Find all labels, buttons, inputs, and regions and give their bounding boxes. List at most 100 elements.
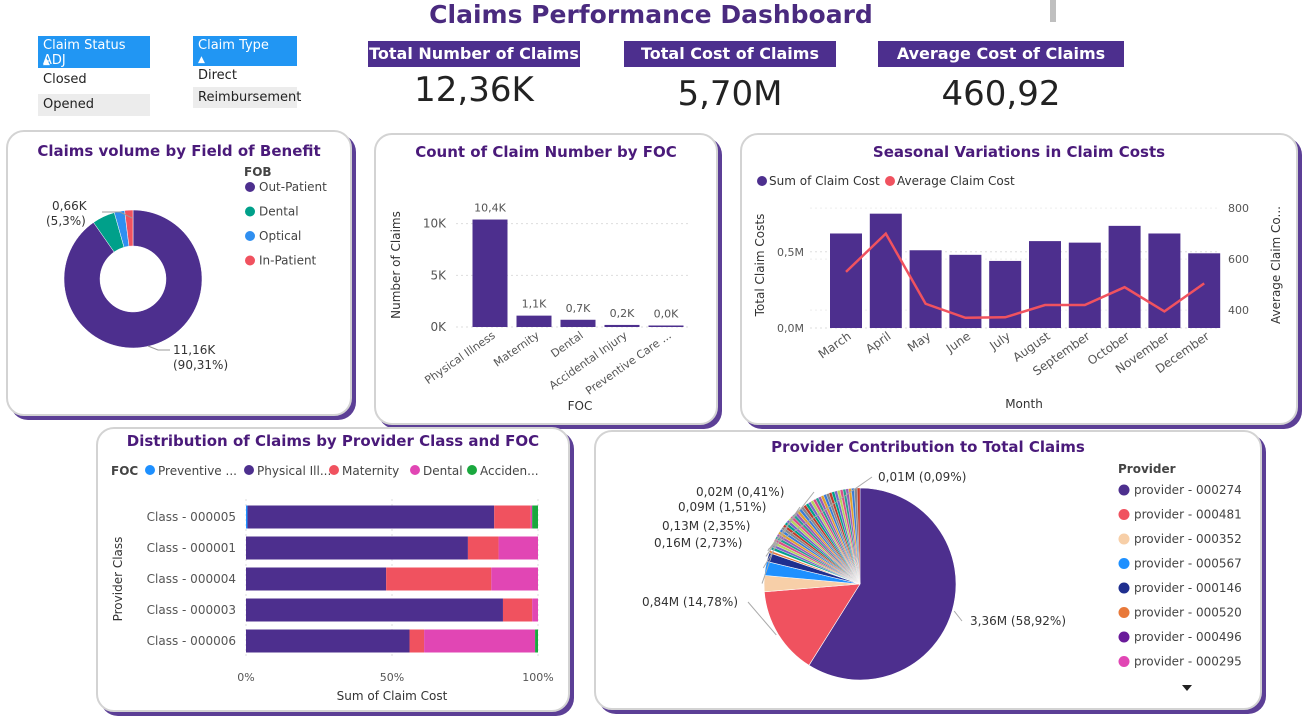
- kpi-avg-value: 460,92: [941, 74, 1061, 114]
- slicer-header-label: Claim Status ADJ: [43, 38, 126, 68]
- x-tick-label: July: [986, 329, 1013, 353]
- caret-up-icon[interactable]: ▲: [43, 58, 50, 67]
- bar-november: [1148, 233, 1181, 328]
- y-tick-label: Class - 000004: [147, 572, 236, 586]
- slicer-claim-type-header[interactable]: Claim Type ▲: [193, 36, 297, 66]
- divider: [1050, 0, 1056, 22]
- legend-marker: [1118, 582, 1130, 594]
- y-tick-label: Class - 000005: [147, 510, 236, 524]
- legend-label: Maternity: [342, 464, 399, 478]
- fob-card: Claims volume by Field of Benefit FOB Ou…: [6, 130, 352, 416]
- slicer-item-direct[interactable]: Direct: [193, 66, 297, 86]
- season-combo-chart: Sum of Claim Cost Average Claim Cost 0,0M…: [753, 174, 1283, 411]
- slicer-item-opened[interactable]: Opened: [38, 94, 150, 116]
- y-tick-label: 0,5M: [777, 246, 804, 259]
- y-tick-label: 0,0M: [777, 322, 804, 335]
- foc-ylabel: Number of Claims: [389, 211, 403, 319]
- fob-slices: [63, 209, 203, 349]
- legend-label: provider - 000146: [1134, 581, 1242, 595]
- bar-segment: [246, 629, 410, 653]
- x-tick-label: 100%: [522, 671, 553, 684]
- data-label: 0,7K: [566, 302, 591, 315]
- legend-marker: [244, 465, 254, 475]
- legend-label: Preventive ...: [158, 464, 237, 478]
- provider-legend: provider - 000274 provider - 000481 provid…: [1118, 483, 1242, 669]
- fob-donut-chart: FOB Out-Patient Dental Optical In-Patient 0…: [46, 165, 327, 372]
- legend-marker: [757, 176, 767, 186]
- bar-3: [604, 324, 640, 327]
- legend-label: Acciden...: [480, 464, 539, 478]
- x-tick-label: Maternity: [491, 329, 542, 370]
- legend-marker: [145, 465, 155, 475]
- legend-label: In-Patient: [259, 254, 317, 268]
- slicer-item-reimbursement[interactable]: Reimbursement: [193, 87, 301, 108]
- fob-legend: Out-Patient Dental Optical In-Patient: [245, 180, 327, 268]
- x-tick-label: 50%: [380, 671, 404, 684]
- bar-segment: [532, 598, 538, 622]
- kpi-cost-label: Total Cost of Claims: [624, 41, 836, 67]
- legend-scroll-down-icon[interactable]: [1182, 685, 1192, 691]
- bar-segment: [424, 629, 536, 653]
- fob-small-label-2: (5,3%): [46, 214, 86, 228]
- x-tick-label: 0%: [237, 671, 254, 684]
- bar-april: [869, 213, 902, 328]
- bar-4: [648, 325, 684, 327]
- y2-tick-label: 800: [1228, 202, 1249, 215]
- legend-label: Optical: [259, 229, 301, 243]
- legend-marker: [410, 465, 420, 475]
- season-xlabel: Month: [1005, 397, 1043, 411]
- y2-tick-label: 600: [1228, 253, 1249, 266]
- data-label: 0,09M (1,51%): [678, 500, 766, 514]
- slicer-header-label: Claim Type: [198, 38, 269, 53]
- bar-segment: [530, 505, 533, 529]
- slicer-item-closed[interactable]: Closed: [38, 69, 150, 91]
- legend-marker: [1118, 533, 1130, 545]
- legend-label: Dental: [423, 464, 463, 478]
- bar-may: [909, 250, 942, 328]
- provider-pie-chart: 3,36M (58,92%) 0,84M (14,78%) 0,16M (2,73%…: [642, 462, 1242, 691]
- legend-marker: [245, 182, 255, 192]
- bar-august: [1029, 241, 1061, 328]
- dist-xlabel: Sum of Claim Cost: [337, 689, 448, 703]
- caret-up-icon[interactable]: ▲: [198, 56, 205, 65]
- bar-2: [560, 319, 596, 327]
- legend-label: Sum of Claim Cost: [769, 174, 880, 188]
- slicer-claim-status-header[interactable]: Claim Status ADJ ▲: [38, 36, 150, 68]
- data-label: 10,4K: [474, 202, 506, 215]
- bar-segment: [494, 505, 531, 529]
- data-label: 0,01M (0,09%): [878, 470, 966, 484]
- y-tick-label: 0K: [430, 320, 447, 334]
- kpi-avg-label: Average Cost of Claims: [878, 41, 1124, 67]
- legend-label: Average Claim Cost: [897, 174, 1015, 188]
- data-label: 0,0K: [654, 308, 679, 321]
- foc-bar-chart: 0K 5K 10K 10,4K Physical Illness 1,1K Materni…: [389, 202, 688, 413]
- dist-bars: [246, 505, 538, 653]
- legend-label: provider - 000274: [1134, 483, 1242, 497]
- legend-label: Out-Patient: [259, 180, 327, 194]
- legend-marker: [1118, 484, 1130, 496]
- data-label: 1,1K: [522, 298, 547, 311]
- bar-segment: [246, 567, 387, 591]
- x-tick-label: April: [863, 329, 894, 356]
- legend-marker: [467, 465, 477, 475]
- bar-september: [1068, 242, 1101, 328]
- data-label: 3,36M (58,92%): [970, 614, 1066, 628]
- legend-label: provider - 000481: [1134, 508, 1242, 522]
- legend-marker: [245, 255, 255, 266]
- bar-segment: [532, 505, 538, 529]
- y2-tick-label: 400: [1228, 304, 1249, 317]
- legend-marker: [329, 465, 339, 475]
- bar-october: [1108, 225, 1141, 328]
- y-tick-label: Class - 000006: [147, 634, 236, 648]
- x-tick-label: March: [816, 329, 854, 361]
- bar-segment: [386, 567, 492, 591]
- legend-marker: [1118, 656, 1130, 667]
- bar-segment: [246, 598, 503, 622]
- kpi-cost-value: 5,70M: [677, 74, 783, 114]
- legend-marker: [1118, 607, 1130, 618]
- y-tick-label: Class - 000003: [147, 603, 236, 617]
- season-legend: Sum of Claim Cost Average Claim Cost: [757, 174, 1015, 188]
- data-label: 0,84M (14,78%): [642, 595, 738, 609]
- x-tick-label: May: [905, 329, 933, 355]
- y-tick-label: 5K: [430, 268, 447, 282]
